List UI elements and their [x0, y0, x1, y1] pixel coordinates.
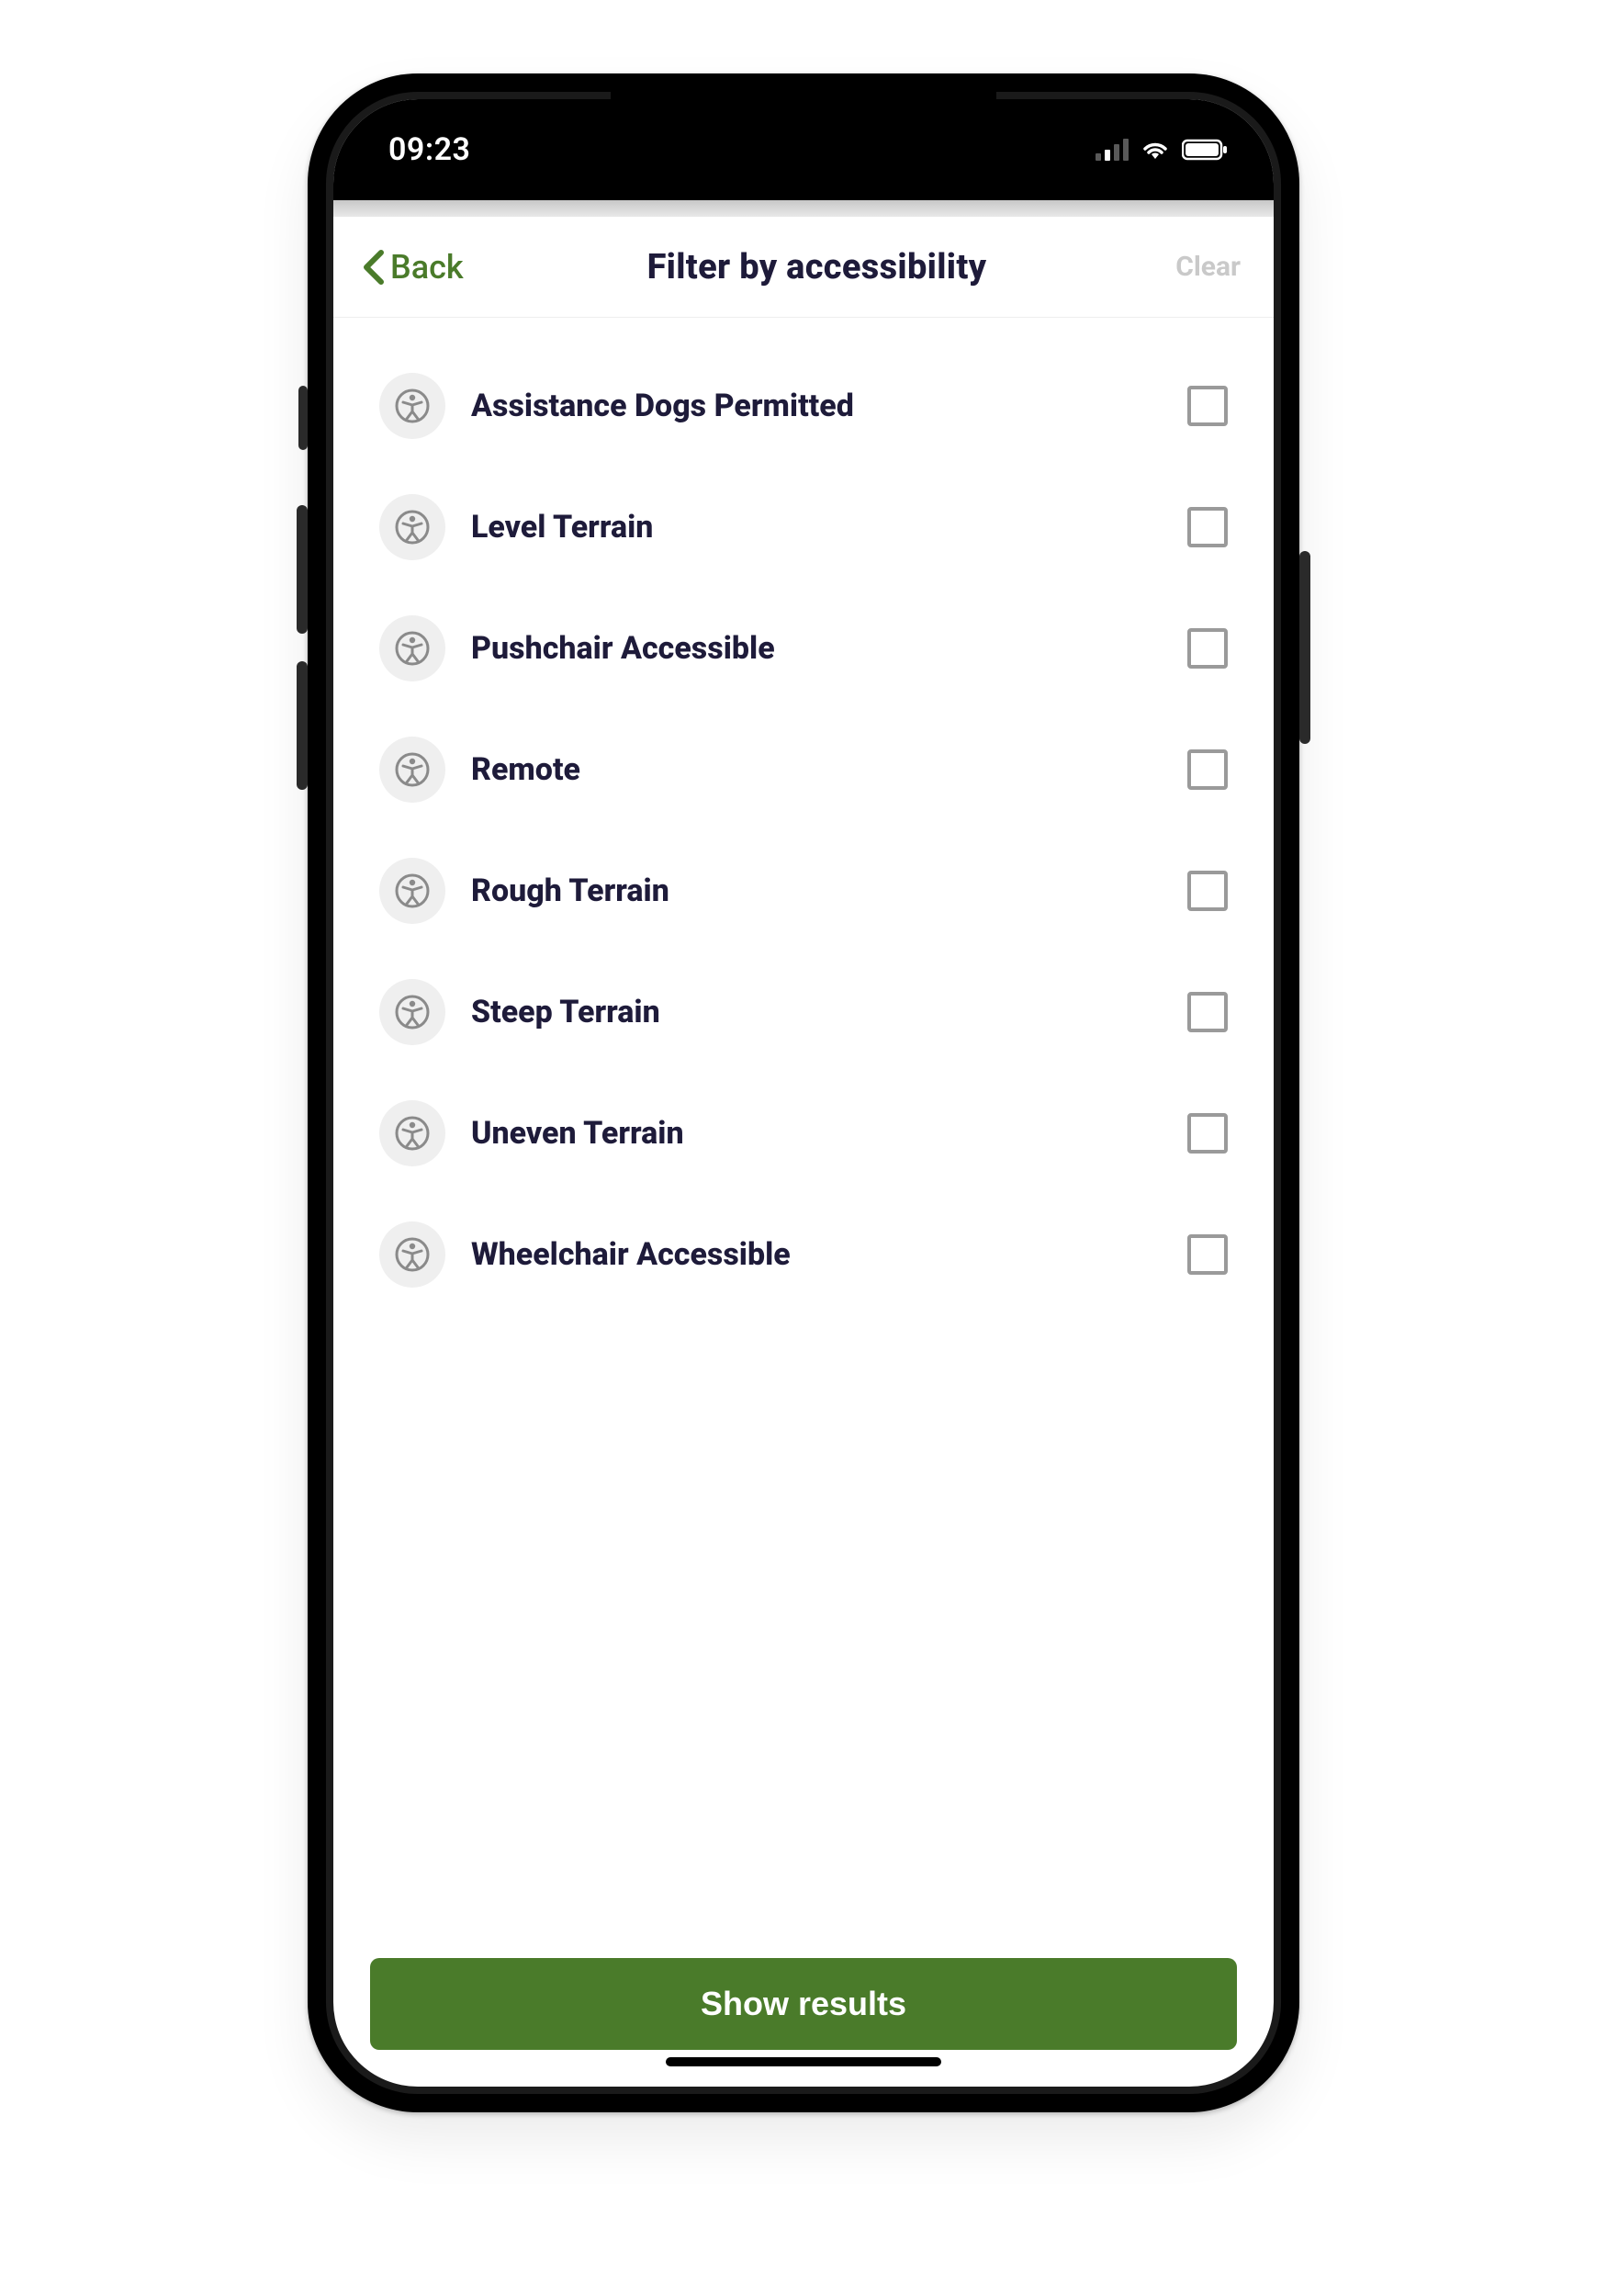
- filter-row[interactable]: Assistance Dogs Permitted: [370, 345, 1237, 467]
- phone-frame: 09:23: [308, 73, 1299, 2112]
- accessibility-icon: [379, 1100, 445, 1166]
- show-results-button[interactable]: Show results: [370, 1958, 1237, 2050]
- filter-row[interactable]: Remote: [370, 709, 1237, 830]
- battery-icon: [1182, 139, 1228, 161]
- filter-list: Assistance Dogs Permitted Level Terrain …: [333, 318, 1274, 1958]
- filter-checkbox[interactable]: [1187, 507, 1228, 547]
- filter-label: Wheelchair Accessible: [471, 1236, 1162, 1273]
- volume-up-button: [297, 505, 308, 634]
- accessibility-icon: [379, 858, 445, 924]
- filter-label: Rough Terrain: [471, 872, 1162, 909]
- bottom-area: Show results: [333, 1958, 1274, 2087]
- filter-row[interactable]: Uneven Terrain: [370, 1073, 1237, 1194]
- clear-button[interactable]: Clear: [1170, 251, 1246, 283]
- screen: 09:23: [333, 99, 1274, 2087]
- cellular-signal-icon: [1096, 139, 1129, 161]
- accessibility-icon: [379, 979, 445, 1045]
- back-button[interactable]: Back: [361, 248, 464, 287]
- filter-row[interactable]: Level Terrain: [370, 467, 1237, 588]
- filter-checkbox[interactable]: [1187, 1234, 1228, 1275]
- filter-label: Remote: [471, 751, 1162, 788]
- phone-notch: [611, 92, 996, 147]
- phone-bezel: 09:23: [326, 92, 1281, 2094]
- power-button: [1299, 551, 1310, 744]
- filter-checkbox[interactable]: [1187, 628, 1228, 669]
- volume-down-button: [297, 661, 308, 790]
- filter-checkbox[interactable]: [1187, 992, 1228, 1032]
- nav-bar: Back Filter by accessibility Clear: [333, 217, 1274, 318]
- filter-row[interactable]: Rough Terrain: [370, 830, 1237, 951]
- filter-label: Pushchair Accessible: [471, 630, 1162, 667]
- accessibility-icon: [379, 737, 445, 803]
- filter-label: Steep Terrain: [471, 994, 1162, 1030]
- status-time: 09:23: [388, 131, 470, 168]
- filter-checkbox[interactable]: [1187, 1113, 1228, 1154]
- filter-row[interactable]: Steep Terrain: [370, 951, 1237, 1073]
- filter-row[interactable]: Wheelchair Accessible: [370, 1194, 1237, 1315]
- accessibility-icon: [379, 1221, 445, 1288]
- mute-switch: [298, 386, 308, 450]
- accessibility-icon: [379, 373, 445, 439]
- accessibility-icon: [379, 494, 445, 560]
- page-title: Filter by accessibility: [647, 247, 987, 287]
- filter-row[interactable]: Pushchair Accessible: [370, 588, 1237, 709]
- filter-label: Assistance Dogs Permitted: [471, 388, 1162, 424]
- chevron-left-icon: [361, 249, 387, 286]
- wifi-icon: [1140, 139, 1171, 161]
- filter-checkbox[interactable]: [1187, 749, 1228, 790]
- status-icons: [1096, 139, 1228, 161]
- filter-label: Uneven Terrain: [471, 1115, 1162, 1152]
- filter-checkbox[interactable]: [1187, 871, 1228, 911]
- top-shadow-strip: [333, 200, 1274, 217]
- filter-checkbox[interactable]: [1187, 386, 1228, 426]
- filter-label: Level Terrain: [471, 509, 1162, 546]
- home-indicator: [666, 2057, 941, 2066]
- accessibility-icon: [379, 615, 445, 681]
- back-label: Back: [390, 248, 464, 287]
